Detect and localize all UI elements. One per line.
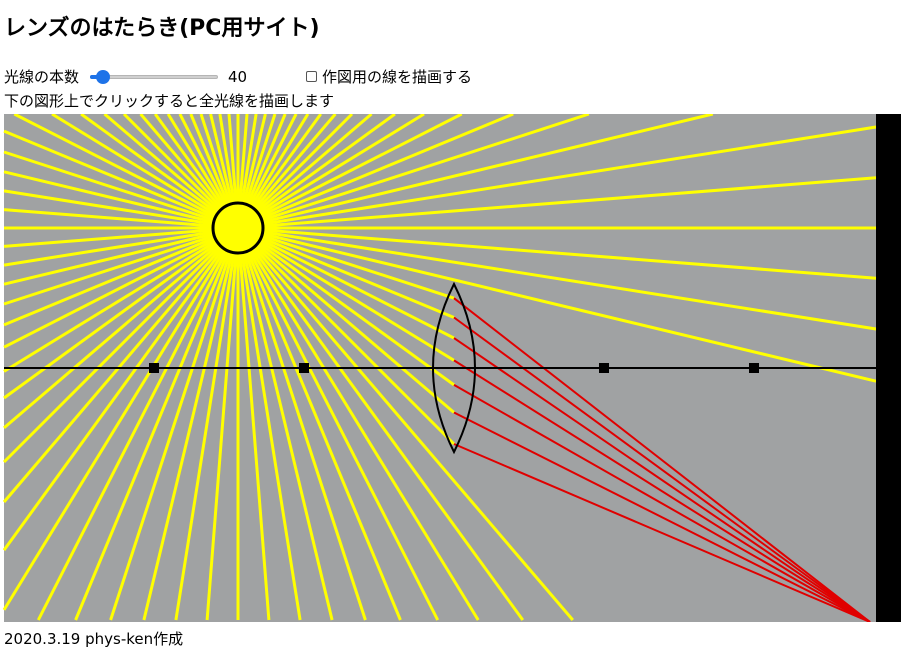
construction-lines-checkbox[interactable]: [306, 71, 317, 82]
focal-point-marker: [599, 363, 609, 373]
footer-credit: 2020.3.19 phys-ken作成: [4, 630, 184, 648]
focal-point-marker: [299, 363, 309, 373]
slider-thumb[interactable]: [95, 70, 110, 84]
screen: [876, 114, 901, 622]
rays-count: 40: [228, 68, 248, 86]
construction-lines-label: 作図用の線を描画する: [322, 68, 473, 86]
page-title: レンズのはたらき(PC用サイト): [4, 16, 320, 41]
rays-label: 光線の本数: [4, 68, 80, 86]
light-source-object[interactable]: [211, 201, 265, 255]
focal-point-marker: [149, 363, 159, 373]
focal-point-marker: [749, 363, 759, 373]
rays-slider[interactable]: [90, 69, 220, 85]
instruction-text: 下の図形上でクリックすると全光線を描画します: [4, 92, 335, 110]
controls-bar: 光線の本数 40 作図用の線を描画する: [4, 66, 894, 88]
lens-diagram-canvas[interactable]: [0, 114, 901, 622]
